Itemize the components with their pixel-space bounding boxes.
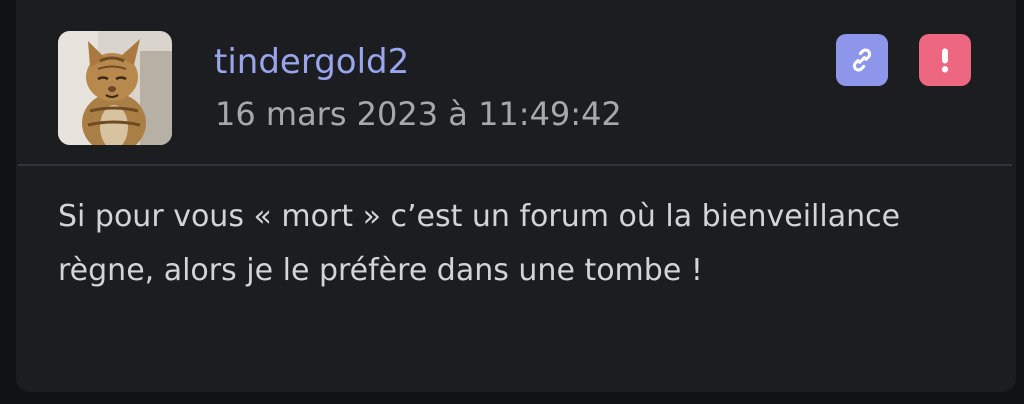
- copy-link-button[interactable]: [836, 34, 888, 86]
- post-message: Si pour vous « mort » c’est un forum où …: [58, 199, 901, 288]
- post-timestamp: 16 mars 2023 à 11:49:42: [215, 95, 622, 133]
- report-button[interactable]: [919, 34, 971, 86]
- link-icon: [852, 48, 872, 72]
- header-divider: [18, 164, 1012, 166]
- cat-avatar-image: [58, 31, 172, 145]
- avatar[interactable]: [58, 31, 172, 145]
- username-link[interactable]: tindergold2: [214, 40, 409, 84]
- forum-post-card: tindergold2 16 mars 2023 à 11:49:42 Si p…: [16, 0, 1016, 392]
- exclamation-icon: [941, 48, 949, 73]
